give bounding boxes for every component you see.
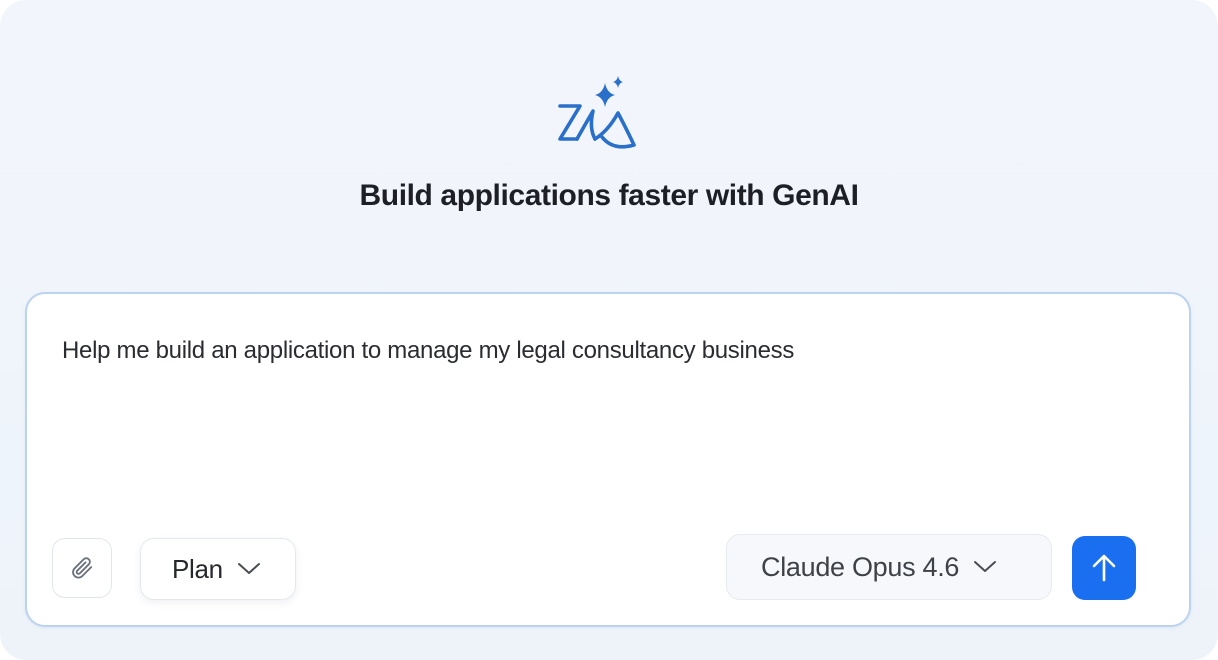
paperclip-icon (69, 555, 95, 581)
model-select-dropdown[interactable]: Claude Opus 4.6 (726, 534, 1052, 600)
page-title: Build applications faster with GenAI (359, 179, 859, 212)
model-select-label: Claude Opus 4.6 (761, 551, 960, 582)
chevron-down-icon (237, 562, 261, 576)
app-canvas: Build applications faster with GenAI Hel… (0, 0, 1218, 660)
header: Build applications faster with GenAI (0, 0, 1218, 260)
plan-mode-label: Plan (172, 553, 223, 584)
zia-logo-icon (553, 73, 643, 159)
chevron-down-icon (973, 560, 997, 574)
prompt-input[interactable]: Help me build an application to manage m… (62, 334, 1142, 368)
prompt-composer: Help me build an application to manage m… (25, 292, 1191, 627)
send-button[interactable] (1072, 536, 1136, 600)
attach-button[interactable] (52, 538, 112, 598)
arrow-up-icon (1091, 553, 1117, 583)
plan-mode-dropdown[interactable]: Plan (140, 538, 296, 600)
